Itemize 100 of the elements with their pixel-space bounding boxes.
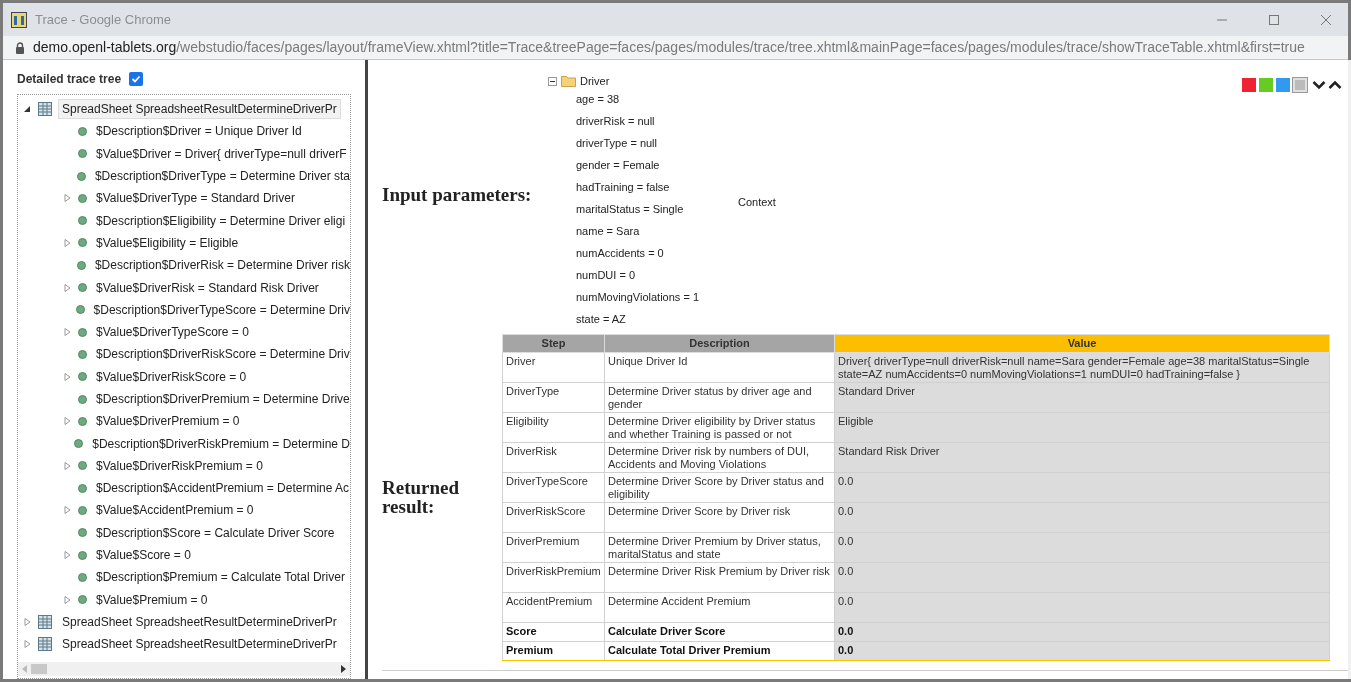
field-value: gender = Female [576,157,660,173]
tree-item[interactable]: $Value$DriverPremium = 0 [93,412,240,431]
maximize-icon[interactable] [1268,13,1280,26]
scroll-right-arrow-icon[interactable] [341,665,346,673]
tree-item[interactable]: SpreadSheet SpreadsheetResultDetermineDriverPr [58,99,341,120]
tree-item[interactable]: $Value$DriverType = Standard Driver [93,189,295,208]
close-icon[interactable] [1320,13,1332,26]
spreadsheet-icon [38,102,52,117]
collapsed-arrow-icon[interactable] [63,283,71,292]
table-cell: DriverRisk [502,442,605,472]
collapsed-arrow-icon[interactable] [23,640,31,649]
table-cell: 0.0 [834,592,1330,622]
scrollbar-thumb[interactable] [31,664,47,674]
table-cell: DriverRiskScore [502,502,605,532]
object-label[interactable]: Driver [580,72,610,90]
spreadsheet-icon [38,637,52,652]
table-cell: DriverType [502,382,605,412]
collapsed-arrow-icon[interactable] [23,617,31,626]
tree-item[interactable]: $Value$DriverRiskPremium = 0 [93,456,263,475]
column-header: Value [834,334,1330,352]
tree-item[interactable]: $Description$Driver = Unique Driver Id [93,122,302,141]
tree-item[interactable]: $Description$DriverTypeScore = Determine Driv [90,300,350,319]
horizontal-scrollbar[interactable] [18,662,350,676]
field-value: numAccidents = 0 [576,245,664,261]
scroll-left-arrow-icon[interactable] [22,665,27,673]
tree-item[interactable]: $Description$DriverType = Determine Driver sta [91,167,350,186]
table-cell: 0.0 [834,532,1330,562]
color-swatch[interactable] [1276,78,1290,92]
tree-item[interactable]: $Description$DriverPremium = Determine Drive [93,390,350,408]
table-cell: Determine Driver eligibility by Driver status and whether Training is passed or not [604,412,835,442]
chevron-down-icon[interactable] [1312,80,1326,90]
color-swatch[interactable] [1259,78,1273,92]
tree-item[interactable]: $Value$Score = 0 [93,546,191,565]
table-cell: Standard Risk Driver [834,442,1330,472]
collapsed-arrow-icon[interactable] [63,328,71,337]
field-value: numMovingViolations = 1 [576,289,699,305]
collapsed-arrow-icon[interactable] [63,417,71,426]
table-cell: AccidentPremium [502,592,605,622]
collapse-toggle[interactable] [548,76,557,86]
collapsed-arrow-icon[interactable] [63,238,71,247]
tree-item[interactable]: SpreadSheet SpreadsheetResultDetermineDriverPr [58,634,341,655]
tree-item[interactable]: $Value$AccidentPremium = 0 [93,501,254,520]
tree-item[interactable]: $Description$DriverRiskPremium = Determine D [89,434,350,453]
table-cell: Determine Driver status by driver age and gender [604,382,835,412]
section-heading: Returned result: [382,478,461,517]
table-cell: Determine Driver Score by Driver status and eligibility [604,472,835,502]
table-cell: Unique Driver Id [604,352,835,382]
table-cell: 0.0 [834,562,1330,592]
table-cell: Determine Driver Premium by Driver status, maritalStatus and state [604,532,835,562]
table-cell: Driver{ driverType=null driverRisk=null name=Sara gender=Female age=38 maritalStatus=Single state=AZ numAccidents=0 numMovingViolations=1 numDUI=0 hadTraining=false } [834,352,1330,382]
tree-item[interactable]: $Value$Driver = Driver{ driverType=null driverF [93,144,347,163]
collapsed-arrow-icon[interactable] [63,461,71,470]
table-cell: Standard Driver [834,382,1330,412]
tree-item[interactable]: $Value$DriverRiskScore = 0 [93,367,247,386]
minus-icon[interactable] [550,80,555,82]
table-cell: Determine Driver Risk Premium by Driver risk [604,562,835,592]
color-swatch[interactable] [1293,78,1307,92]
field-value: driverType = null [576,135,657,151]
tree-item[interactable]: SpreadSheet SpreadsheetResultDetermineDriverPr [58,611,341,632]
tree-item[interactable]: $Description$AccidentPremium = Determine Ac [93,479,350,498]
collapsed-arrow-icon[interactable] [63,506,71,515]
collapsed-arrow-icon[interactable] [63,551,71,560]
field-value: name = Sara [576,223,640,239]
tree-item[interactable]: $Description$Premium = Calculate Total Driver [93,568,345,587]
table-cell: DriverPremium [502,532,605,562]
table-cell: DriverTypeScore [502,472,605,502]
expanded-arrow-icon[interactable] [23,105,31,114]
collapsed-arrow-icon[interactable] [63,194,71,203]
spreadsheet-icon [38,614,52,629]
table-cell: Eligibility [502,412,605,442]
table-cell: 0.0 [834,502,1330,532]
tree-item[interactable]: $Description$DriverRisk = Determine Driver risk [91,256,350,275]
tree-item[interactable]: $Value$Premium = 0 [93,590,208,609]
tree-item[interactable]: $Value$Eligibility = Eligible [93,233,239,252]
field-value: maritalStatus = Single [576,201,684,217]
tree-item[interactable]: $Description$Score = Calculate Driver Score [93,523,335,542]
tree-item[interactable]: $Description$DriverRiskScore = Determine Driv [93,345,350,364]
table-cell: Eligible [834,412,1330,442]
table-cell: Driver [502,352,605,382]
collapsed-arrow-icon[interactable] [63,372,71,381]
color-swatch[interactable] [1242,78,1256,92]
tree-item[interactable]: $Value$DriverTypeScore = 0 [93,323,249,342]
table-cell: Determine Driver risk by numbers of DUI, Accidents and Moving Violations [604,442,835,472]
column-header: Description [604,334,835,352]
table-cell: Determine Driver Score by Driver risk [604,502,835,532]
chevron-up-icon[interactable] [1328,80,1342,90]
field-value: state = AZ [576,311,626,327]
window-title: Trace - Google Chrome [35,10,172,29]
folder-icon [561,75,576,87]
tree-item[interactable]: $Description$Eligibility = Determine Driver eligi [93,211,346,230]
panel-title: Detailed trace tree [17,71,122,88]
collapsed-arrow-icon[interactable] [63,595,71,604]
tree-item[interactable]: $Value$DriverRisk = Standard Risk Driver [93,278,319,297]
field-value: numDUI = 0 [576,267,635,283]
table-cell: 0.0 [834,472,1330,502]
section-heading: Input parameters: [382,182,532,207]
field-value: driverRisk = null [576,113,655,129]
table-cell: Determine Accident Premium [604,592,835,622]
column-header: Step [502,334,605,352]
table-cell: DriverRiskPremium [502,562,605,592]
